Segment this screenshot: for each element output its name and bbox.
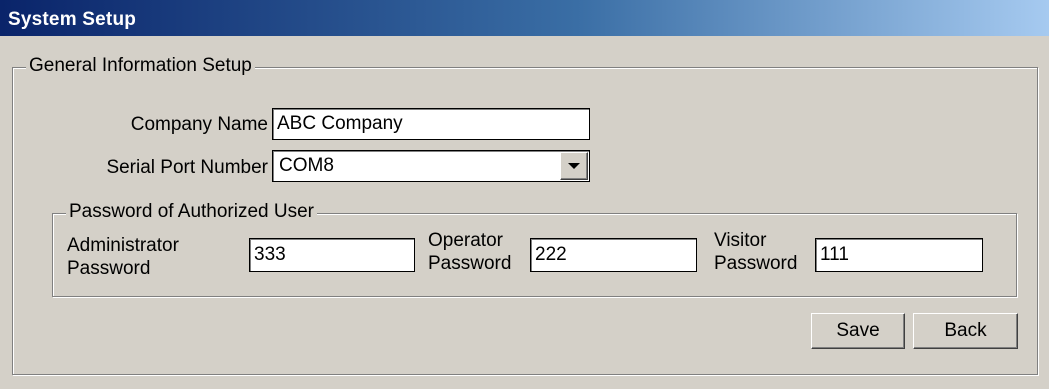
title-bar[interactable]: System Setup [0,0,1049,36]
window-title: System Setup [8,9,137,30]
operator-password-label-line2: Password [428,253,512,274]
company-name-input[interactable] [272,108,590,140]
serial-port-label: Serial Port Number [106,157,268,178]
operator-password-input[interactable] [530,238,697,272]
general-info-group-title: General Information Setup [26,55,255,77]
chevron-down-icon [568,163,580,169]
serial-port-dropdown-button[interactable] [560,152,588,180]
save-button[interactable]: Save [811,313,905,349]
admin-password-label-line2: Password [67,258,151,279]
visitor-password-input[interactable] [815,238,983,272]
serial-port-value: COM8 [279,155,334,176]
company-name-label: Company Name [130,114,268,135]
admin-password-input[interactable] [249,238,415,272]
visitor-password-label-line1: Visitor [714,230,767,251]
visitor-password-label-line2: Password [714,253,798,274]
admin-password-label-line1: Administrator [67,235,179,256]
back-button[interactable]: Back [913,313,1018,349]
serial-port-select[interactable]: COM8 [272,150,590,182]
password-group-title: Password of Authorized User [66,201,318,223]
operator-password-label-line1: Operator [428,230,503,251]
